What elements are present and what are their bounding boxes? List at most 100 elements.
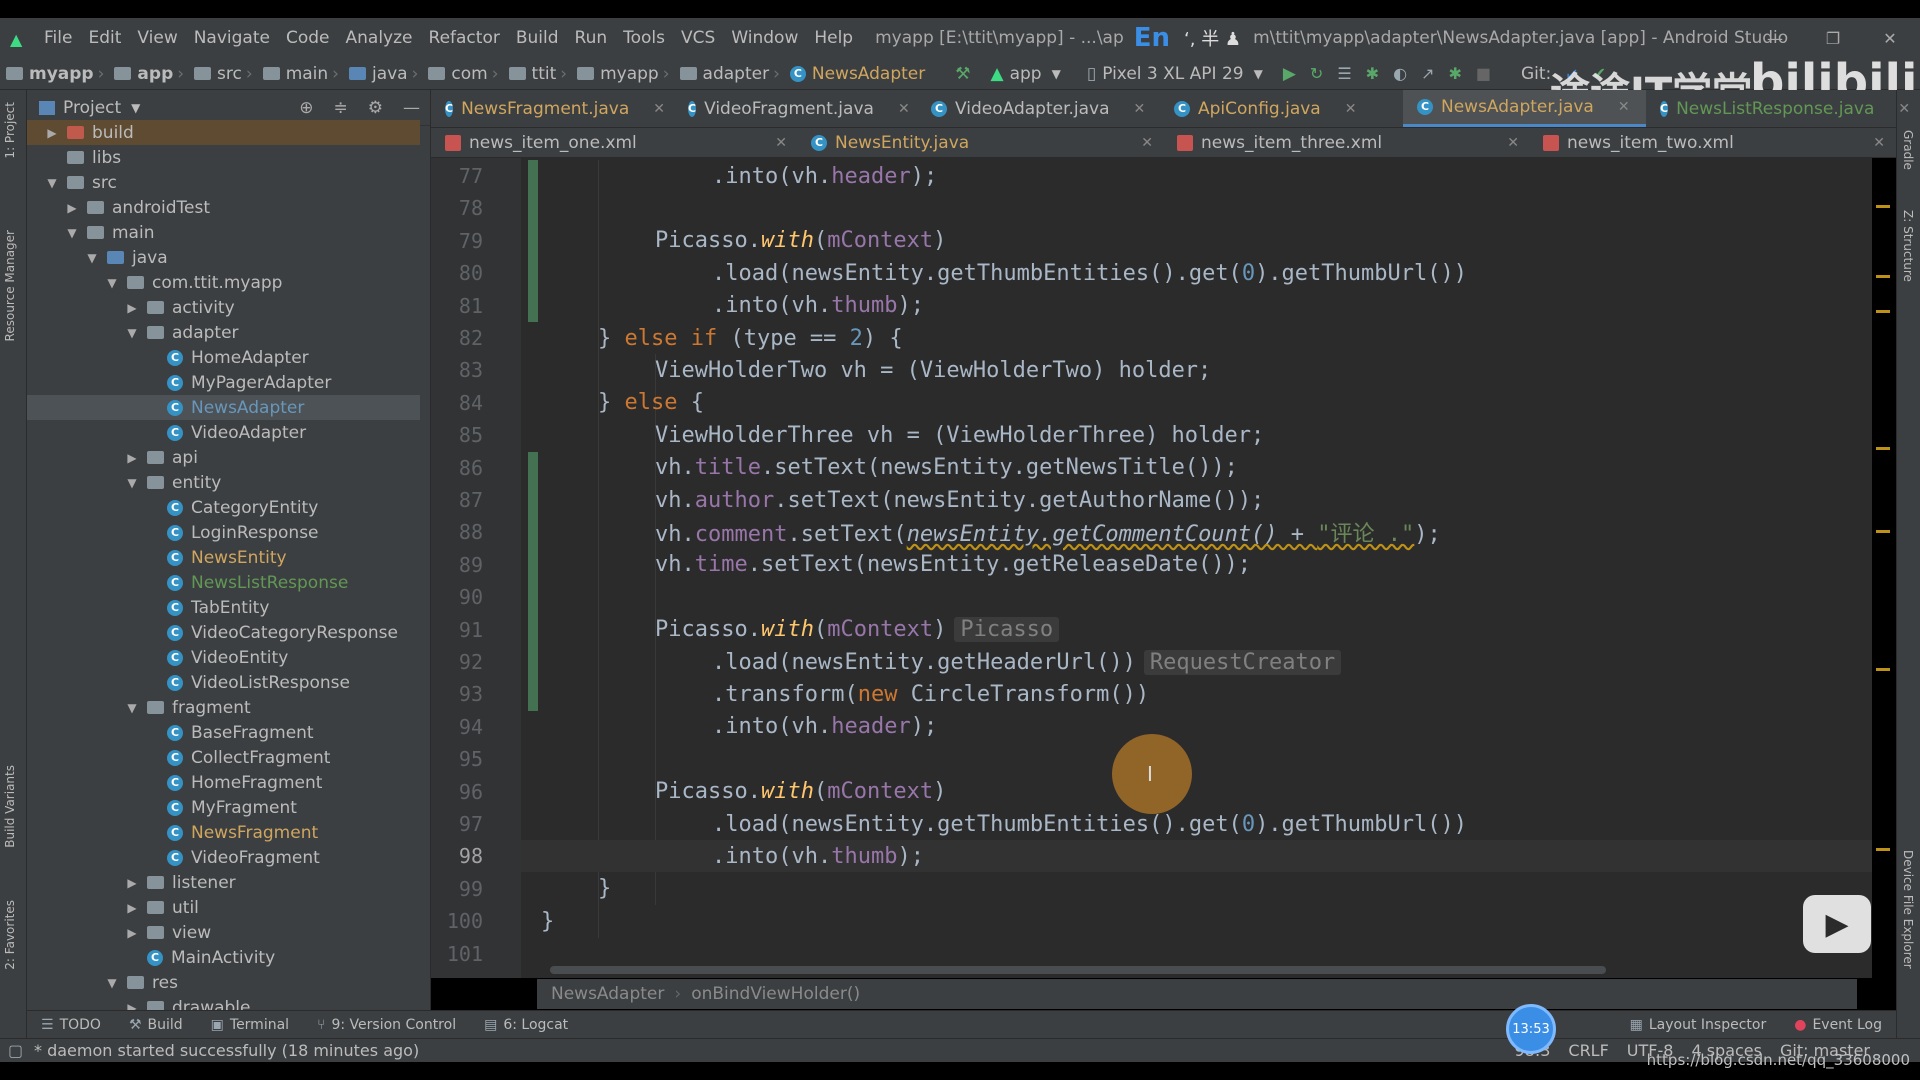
tree-item[interactable]: C CollectFragment [27, 745, 420, 770]
menu-navigate[interactable]: Navigate [194, 28, 270, 48]
code-line[interactable]: 98 .into(vh.thumb); [431, 840, 1872, 872]
expand-down-icon[interactable]: ▼ [105, 976, 119, 990]
tree-item[interactable]: ▼ main [27, 220, 420, 245]
expand-down-icon[interactable]: ▼ [85, 251, 99, 265]
expand-down-icon[interactable]: ▼ [65, 226, 79, 240]
menu-edit[interactable]: Edit [88, 28, 121, 48]
editor-tab[interactable]: C VideoAdapter.java ✕ [917, 90, 1160, 127]
editor-tab[interactable]: C ApiConfig.java ✕ [1160, 90, 1403, 127]
tool-tab-layout-inspector[interactable]: ▦ Layout Inspector [1630, 1017, 1767, 1033]
breadcrumb-class[interactable]: NewsAdapter [551, 984, 664, 1004]
gear-icon[interactable]: ⚙ [368, 98, 383, 118]
breadcrumb-method[interactable]: onBindViewHolder() [691, 984, 860, 1004]
expand-down-icon[interactable]: ▼ [125, 326, 139, 340]
code-line[interactable]: 101 [431, 938, 1872, 970]
code-line[interactable]: 83 ViewHolderTwo vh = (ViewHolderTwo) hol… [431, 354, 1872, 386]
tool-tab-gradle[interactable]: Gradle [1901, 130, 1915, 170]
editor-tab[interactable]: news_item_three.xml ✕ [1163, 128, 1529, 157]
close-icon[interactable]: ✕ [1873, 135, 1885, 151]
hammer-icon[interactable]: ⚒ [955, 64, 970, 84]
tool-tab-event-log[interactable]: ● Event Log [1794, 1017, 1882, 1033]
minimize-button[interactable]: — [1745, 18, 1805, 58]
code-line[interactable]: 92 .load(newsEntity.getHeaderUrl()) Reques… [431, 646, 1872, 678]
tree-item[interactable]: ▶ activity [27, 295, 420, 320]
tool-tab-build-variants[interactable]: Build Variants [3, 765, 17, 848]
tree-item[interactable]: ▶ view [27, 920, 420, 945]
menu-file[interactable]: File [44, 28, 72, 48]
tree-item[interactable]: C MyPagerAdapter [27, 370, 420, 395]
run-icon[interactable]: ▶ [1283, 64, 1296, 84]
close-icon[interactable]: ✕ [1898, 101, 1910, 117]
code-line[interactable]: 99} [431, 873, 1872, 905]
expand-down-icon[interactable]: ▼ [105, 276, 119, 290]
code-line[interactable]: 88 vh.comment.setText(newsEntity.getComme… [431, 516, 1872, 548]
code-line[interactable]: 89 vh.time.setText(newsEntity.getReleaseD… [431, 549, 1872, 581]
editor-tab[interactable]: C NewsListResponse.java ✕ [1646, 90, 1910, 127]
menu-code[interactable]: Code [286, 28, 330, 48]
tree-item[interactable]: C NewsListResponse [27, 570, 420, 595]
debug-icon-2[interactable]: ✱ [1448, 64, 1461, 83]
tool-tab-resource-manager[interactable]: Resource Manager [3, 230, 17, 341]
breadcrumb-item[interactable]: ttit [508, 64, 556, 84]
code-line[interactable]: 81 .into(vh.thumb); [431, 290, 1872, 322]
close-icon[interactable]: ✕ [1134, 101, 1146, 117]
breadcrumb-item[interactable]: app [114, 64, 173, 84]
tree-item[interactable]: ▶ util [27, 895, 420, 920]
close-icon[interactable]: ✕ [1345, 101, 1357, 117]
menu-analyze[interactable]: Analyze [346, 28, 413, 48]
attach-debugger-icon[interactable]: ↗ [1421, 64, 1434, 83]
code-line[interactable]: 100} [431, 905, 1872, 937]
editor-tab[interactable]: news_item_two.xml ✕ [1529, 128, 1895, 157]
stop-icon[interactable]: ■ [1476, 64, 1491, 83]
menu-build[interactable]: Build [516, 28, 559, 48]
tree-item[interactable]: C HomeFragment [27, 770, 420, 795]
code-line[interactable]: 78 [431, 192, 1872, 224]
menu-run[interactable]: Run [575, 28, 608, 48]
expand-down-icon[interactable]: ▼ [125, 701, 139, 715]
code-line[interactable]: 90 [431, 581, 1872, 613]
menu-window[interactable]: Window [731, 28, 798, 48]
expand-down-icon[interactable]: ▼ [125, 476, 139, 490]
tree-item[interactable]: C NewsAdapter [27, 395, 420, 420]
tree-item[interactable]: C BaseFragment [27, 720, 420, 745]
editor-tab[interactable]: C NewsFragment.java ✕ [431, 90, 674, 127]
tree-item[interactable]: ▼ com.ttit.myapp [27, 270, 420, 295]
tree-item[interactable]: C TabEntity [27, 595, 420, 620]
expand-right-icon[interactable]: ▶ [125, 926, 139, 940]
vcs-change-marker[interactable] [528, 451, 538, 711]
tree-item[interactable]: ▼ adapter [27, 320, 420, 345]
tool-tab-favorites[interactable]: 2: Favorites [3, 900, 17, 970]
tree-item[interactable]: ▼ fragment [27, 695, 420, 720]
profile-icon[interactable]: ◐ [1393, 64, 1407, 83]
tool-tab-device-file-explorer[interactable]: Device File Explorer [1901, 850, 1915, 969]
tree-item[interactable]: ▼ res [27, 970, 420, 995]
project-view-select[interactable]: Project [63, 98, 121, 118]
code-line[interactable]: 91 Picasso.with(mContext) Picasso [431, 614, 1872, 646]
vcs-change-marker[interactable] [528, 160, 538, 322]
apply-changes-icon[interactable]: ↻ [1310, 64, 1323, 83]
tree-item[interactable]: C VideoAdapter [27, 420, 420, 445]
tool-tab-build[interactable]: ⚒ Build [129, 1017, 183, 1033]
expand-right-icon[interactable]: ▶ [125, 301, 139, 315]
code-line[interactable]: 77 .into(vh.header); [431, 160, 1872, 192]
close-button[interactable]: ✕ [1860, 18, 1920, 58]
close-icon[interactable]: ✕ [1618, 99, 1630, 115]
expand-right-icon[interactable]: ▶ [125, 901, 139, 915]
code-line[interactable]: 85 ViewHolderThree vh = (ViewHolderThree)… [431, 419, 1872, 451]
close-icon[interactable]: ✕ [775, 135, 787, 151]
tool-tab-project[interactable]: 1: Project [3, 102, 17, 159]
tool-tab-todo[interactable]: ☰ TODO [41, 1017, 101, 1033]
tree-item[interactable]: C VideoEntity [27, 645, 420, 670]
tool-tab-version-control[interactable]: ⑂ 9: Version Control [317, 1017, 456, 1033]
menu-help[interactable]: Help [814, 28, 853, 48]
breadcrumb-item[interactable]: java [348, 64, 408, 84]
code-line[interactable]: 79 Picasso.with(mContext) [431, 225, 1872, 257]
tree-item[interactable]: ▶ listener [27, 870, 420, 895]
hide-icon[interactable]: — [403, 98, 420, 118]
editor-tab[interactable]: news_item_one.xml ✕ [431, 128, 797, 157]
tree-item[interactable]: ▼ entity [27, 470, 420, 495]
tree-item[interactable]: ▼ java [27, 245, 420, 270]
tree-item[interactable]: C MainActivity [27, 945, 420, 970]
code-line[interactable]: 86 vh.title.setText(newsEntity.getNewsTit… [431, 452, 1872, 484]
tree-item[interactable]: C VideoCategoryResponse [27, 620, 420, 645]
